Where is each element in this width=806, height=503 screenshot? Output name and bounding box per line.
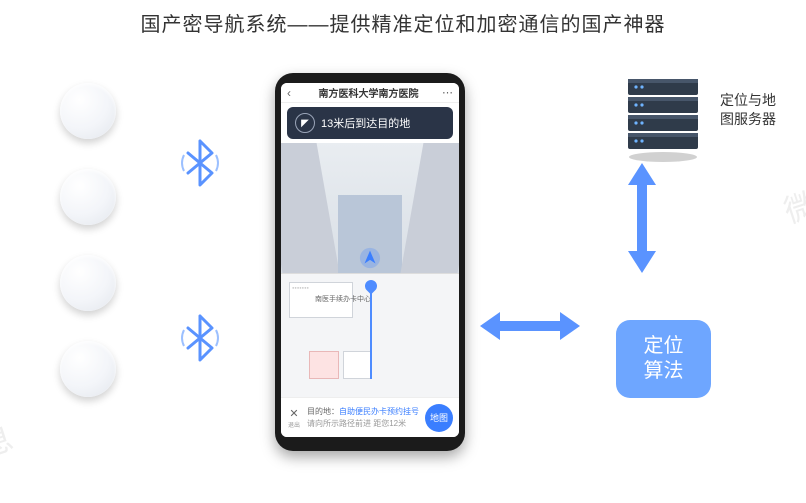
beacon-column: [60, 83, 116, 397]
bluetooth-icon: [175, 133, 225, 193]
floorplan-view[interactable]: 南医手续办卡中心: [281, 273, 459, 397]
phone-mockup: ‹ 南方医科大学南方医院 ⋯ ◤ 13米后到达目的地 南医手续办卡中心: [275, 73, 465, 451]
route-path: [370, 282, 372, 379]
ar-corridor-view[interactable]: [281, 143, 459, 273]
beacon-device: [60, 83, 116, 139]
server-icon: [620, 73, 706, 165]
back-icon[interactable]: ‹: [287, 86, 291, 100]
beacon-device: [60, 169, 116, 225]
exit-button[interactable]: ✕退出: [287, 407, 301, 429]
beacon-device: [60, 341, 116, 397]
server-label: 定位与地图服务器: [720, 91, 788, 129]
algorithm-label: 定位 算法: [644, 334, 684, 384]
direction-icon: ◤: [295, 113, 315, 133]
bluetooth-icon: [175, 308, 225, 368]
floorplan-label: 南医手续办卡中心: [315, 294, 371, 304]
diagram-stage: ‹ 南方医科大学南方医院 ⋯ ◤ 13米后到达目的地 南医手续办卡中心: [0, 43, 806, 503]
phone-screen: ‹ 南方医科大学南方医院 ⋯ ◤ 13米后到达目的地 南医手续办卡中心: [281, 83, 459, 437]
arrow-phone-algo: [480, 306, 580, 346]
menu-icon[interactable]: ⋯: [442, 86, 453, 99]
navigation-text: 13米后到达目的地: [321, 115, 410, 131]
watermark: 息: [0, 413, 18, 467]
algorithm-box: 定位 算法: [616, 320, 711, 398]
beacon-device: [60, 255, 116, 311]
app-title: 南方医科大学南方医院: [295, 85, 442, 100]
watermark: 微: [778, 179, 806, 233]
map-button[interactable]: 地图: [425, 404, 453, 432]
room-block: [343, 351, 371, 379]
destination-text: 目的地：自助便民办卡预约挂号 请向所示路径前进 距您12米: [307, 406, 419, 428]
navigation-banner: ◤ 13米后到达目的地: [287, 107, 453, 139]
arrow-algo-server: [622, 163, 662, 273]
room-block: [309, 351, 339, 379]
page-title: 国产密导航系统——提供精准定位和加密通信的国产神器: [0, 0, 806, 43]
bluetooth-column: [175, 133, 225, 368]
destination-bar: ✕退出 目的地：自助便民办卡预约挂号 请向所示路径前进 距您12米 地图: [281, 397, 459, 437]
app-header: ‹ 南方医科大学南方医院 ⋯: [281, 83, 459, 103]
nav-arrow-icon: [359, 247, 381, 269]
